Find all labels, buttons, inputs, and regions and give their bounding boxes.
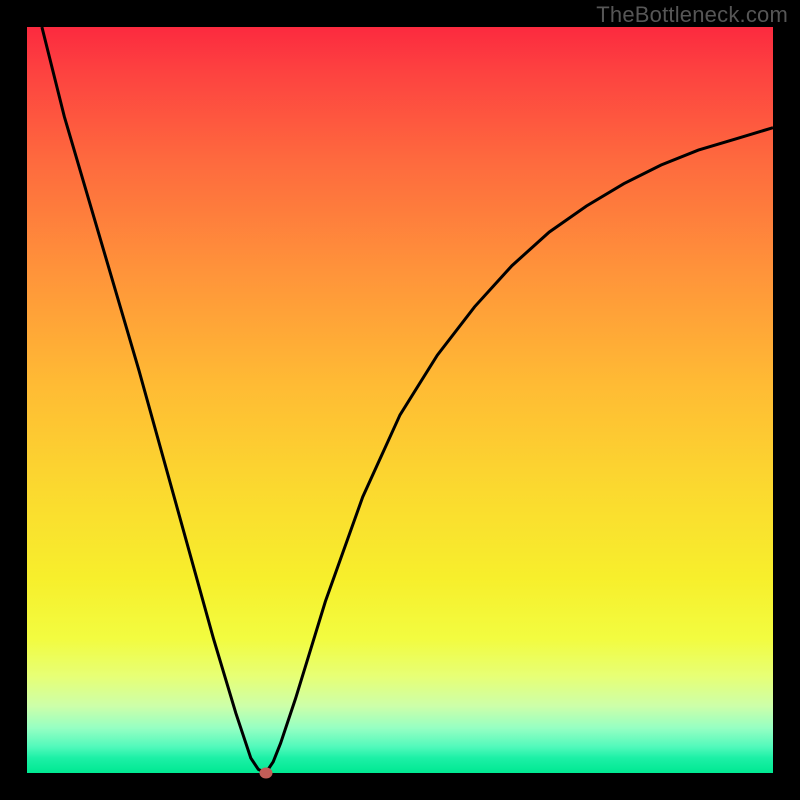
plot-area (27, 27, 773, 773)
curve-path (42, 27, 773, 773)
minimum-marker (259, 768, 272, 779)
curve-svg (27, 27, 773, 773)
attribution-label: TheBottleneck.com (596, 2, 788, 28)
chart-frame: TheBottleneck.com (0, 0, 800, 800)
